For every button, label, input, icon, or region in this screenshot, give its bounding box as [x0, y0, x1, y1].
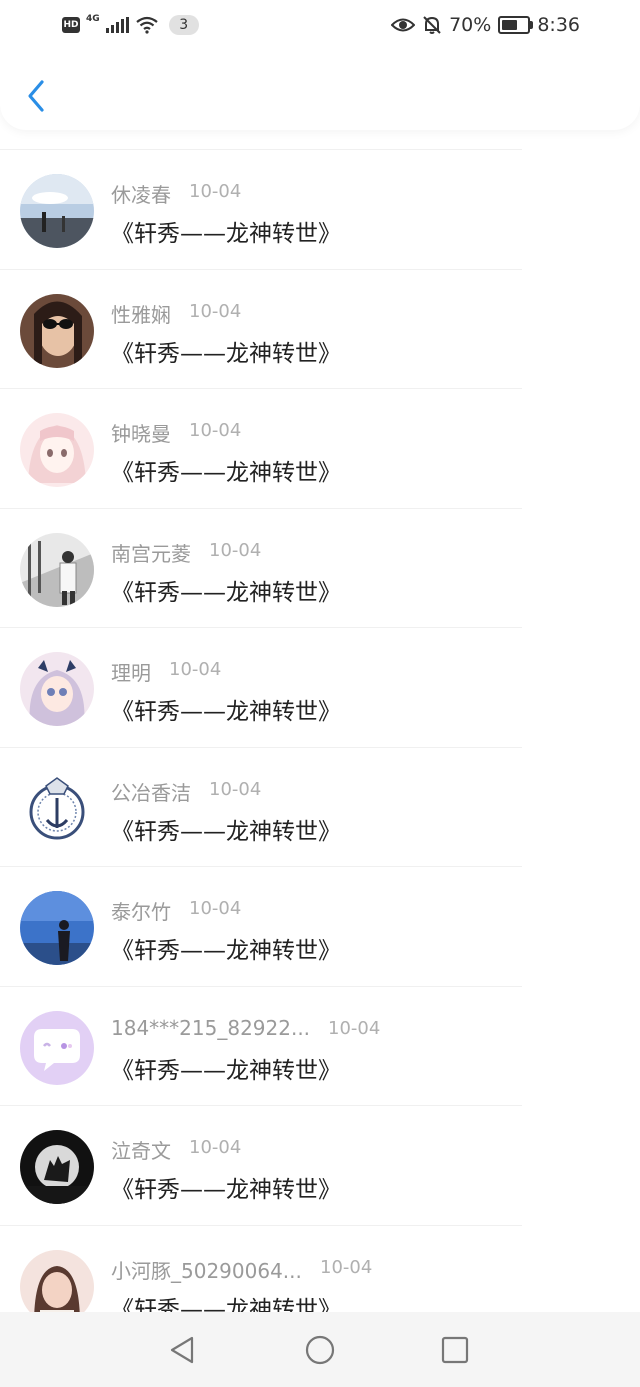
eye-icon	[391, 18, 416, 32]
item-date: 10-04	[189, 420, 242, 441]
user-name[interactable]: 休凌春	[111, 179, 171, 208]
triangle-back-icon	[170, 1336, 194, 1364]
signal-icon	[105, 17, 129, 33]
status-right: 70% 8:36	[391, 12, 580, 38]
avatar[interactable]	[20, 652, 94, 726]
list-item[interactable]: 泰尔竹 10-04 《轩秀——龙神转世》	[0, 866, 640, 986]
wifi-icon	[135, 16, 158, 34]
item-title[interactable]: 《轩秀——龙神转世》	[111, 334, 341, 368]
user-name[interactable]: 公冶香洁	[111, 777, 191, 806]
battery-icon	[498, 16, 534, 34]
user-name[interactable]: 南宫元菱	[111, 538, 191, 567]
screen: HD 4G 3 70% 8:36 休凌春 10-04 《轩秀——龙神转世》 性雅…	[0, 0, 640, 1387]
list-item[interactable]: 性雅娴 10-04 《轩秀——龙神转世》	[0, 268, 640, 389]
status-left: HD 4G 3	[62, 12, 199, 38]
avatar[interactable]	[20, 1130, 94, 1204]
mute-bell-icon	[423, 16, 441, 34]
item-date: 10-04	[320, 1256, 373, 1278]
user-name[interactable]: 钟晓曼	[111, 418, 171, 447]
header: HD 4G 3 70% 8:36	[0, 0, 640, 130]
list-item[interactable]: 南宫元菱 10-04 《轩秀——龙神转世》	[0, 507, 640, 628]
list-item[interactable]: 理明 10-04 《轩秀——龙神转世》	[0, 627, 640, 747]
square-recents-icon	[441, 1336, 469, 1364]
user-name[interactable]: 理明	[111, 657, 151, 686]
avatar[interactable]	[20, 891, 94, 965]
battery-level-fill	[502, 20, 518, 30]
list-item[interactable]: 休凌春 10-04 《轩秀——龙神转世》	[0, 149, 640, 269]
item-title[interactable]: 《轩秀——龙神转世》	[111, 573, 341, 607]
back-button[interactable]	[18, 74, 54, 118]
comment-list: 休凌春 10-04 《轩秀——龙神转世》 性雅娴 10-04 《轩秀——龙神转世》 钟晓曼 1…	[0, 149, 640, 1344]
user-name[interactable]: 184***215_82922...	[111, 1016, 310, 1040]
item-date: 10-04	[189, 181, 242, 202]
list-item[interactable]: 泣奇文 10-04 《轩秀——龙神转世》	[0, 1105, 640, 1225]
nav-back-button[interactable]	[164, 1332, 200, 1368]
list-item[interactable]: 184***215_82922... 10-04 《轩秀——龙神转世》	[0, 985, 640, 1106]
list-item[interactable]: 公冶香洁 10-04 《轩秀——龙神转世》	[0, 746, 640, 867]
item-date: 10-04	[189, 898, 242, 919]
item-title[interactable]: 《轩秀——龙神转世》	[111, 1051, 341, 1085]
chevron-left-icon	[28, 80, 44, 112]
item-title[interactable]: 《轩秀——龙神转世》	[111, 214, 341, 248]
status-bar: HD 4G 3 70% 8:36	[0, 0, 640, 50]
nav-recents-button[interactable]	[437, 1332, 473, 1368]
list-item[interactable]: 钟晓曼 10-04 《轩秀——龙神转世》	[0, 388, 640, 508]
clock: 8:36	[537, 14, 580, 36]
user-name[interactable]: 小河豚_50290064...	[111, 1255, 302, 1284]
user-name[interactable]: 泰尔竹	[111, 896, 171, 925]
user-name[interactable]: 泣奇文	[111, 1135, 171, 1164]
item-date: 10-04	[209, 778, 262, 800]
item-date: 10-04	[209, 539, 262, 561]
item-date: 10-04	[189, 1137, 242, 1158]
avatar[interactable]	[20, 413, 94, 487]
avatar[interactable]	[20, 532, 94, 607]
network-type-label: 4G	[86, 14, 100, 24]
avatar[interactable]	[20, 174, 94, 248]
item-date: 10-04	[169, 659, 222, 680]
battery-percent: 70%	[449, 14, 492, 36]
system-nav-bar	[0, 1312, 640, 1387]
avatar[interactable]	[20, 1010, 94, 1085]
item-title[interactable]: 《轩秀——龙神转世》	[111, 812, 341, 846]
item-title[interactable]: 《轩秀——龙神转世》	[111, 1170, 341, 1204]
item-date: 10-04	[328, 1017, 381, 1039]
item-date: 10-04	[189, 300, 242, 322]
item-title[interactable]: 《轩秀——龙神转世》	[111, 453, 341, 487]
item-title[interactable]: 《轩秀——龙神转世》	[111, 931, 341, 965]
user-name[interactable]: 性雅娴	[111, 299, 171, 328]
notification-count-badge: 3	[168, 15, 199, 35]
item-title[interactable]: 《轩秀——龙神转世》	[111, 692, 341, 726]
circle-home-icon	[305, 1335, 335, 1365]
nav-home-button[interactable]	[302, 1332, 338, 1368]
avatar[interactable]	[20, 293, 94, 368]
avatar[interactable]	[20, 771, 94, 846]
hd-icon: HD	[62, 17, 80, 33]
